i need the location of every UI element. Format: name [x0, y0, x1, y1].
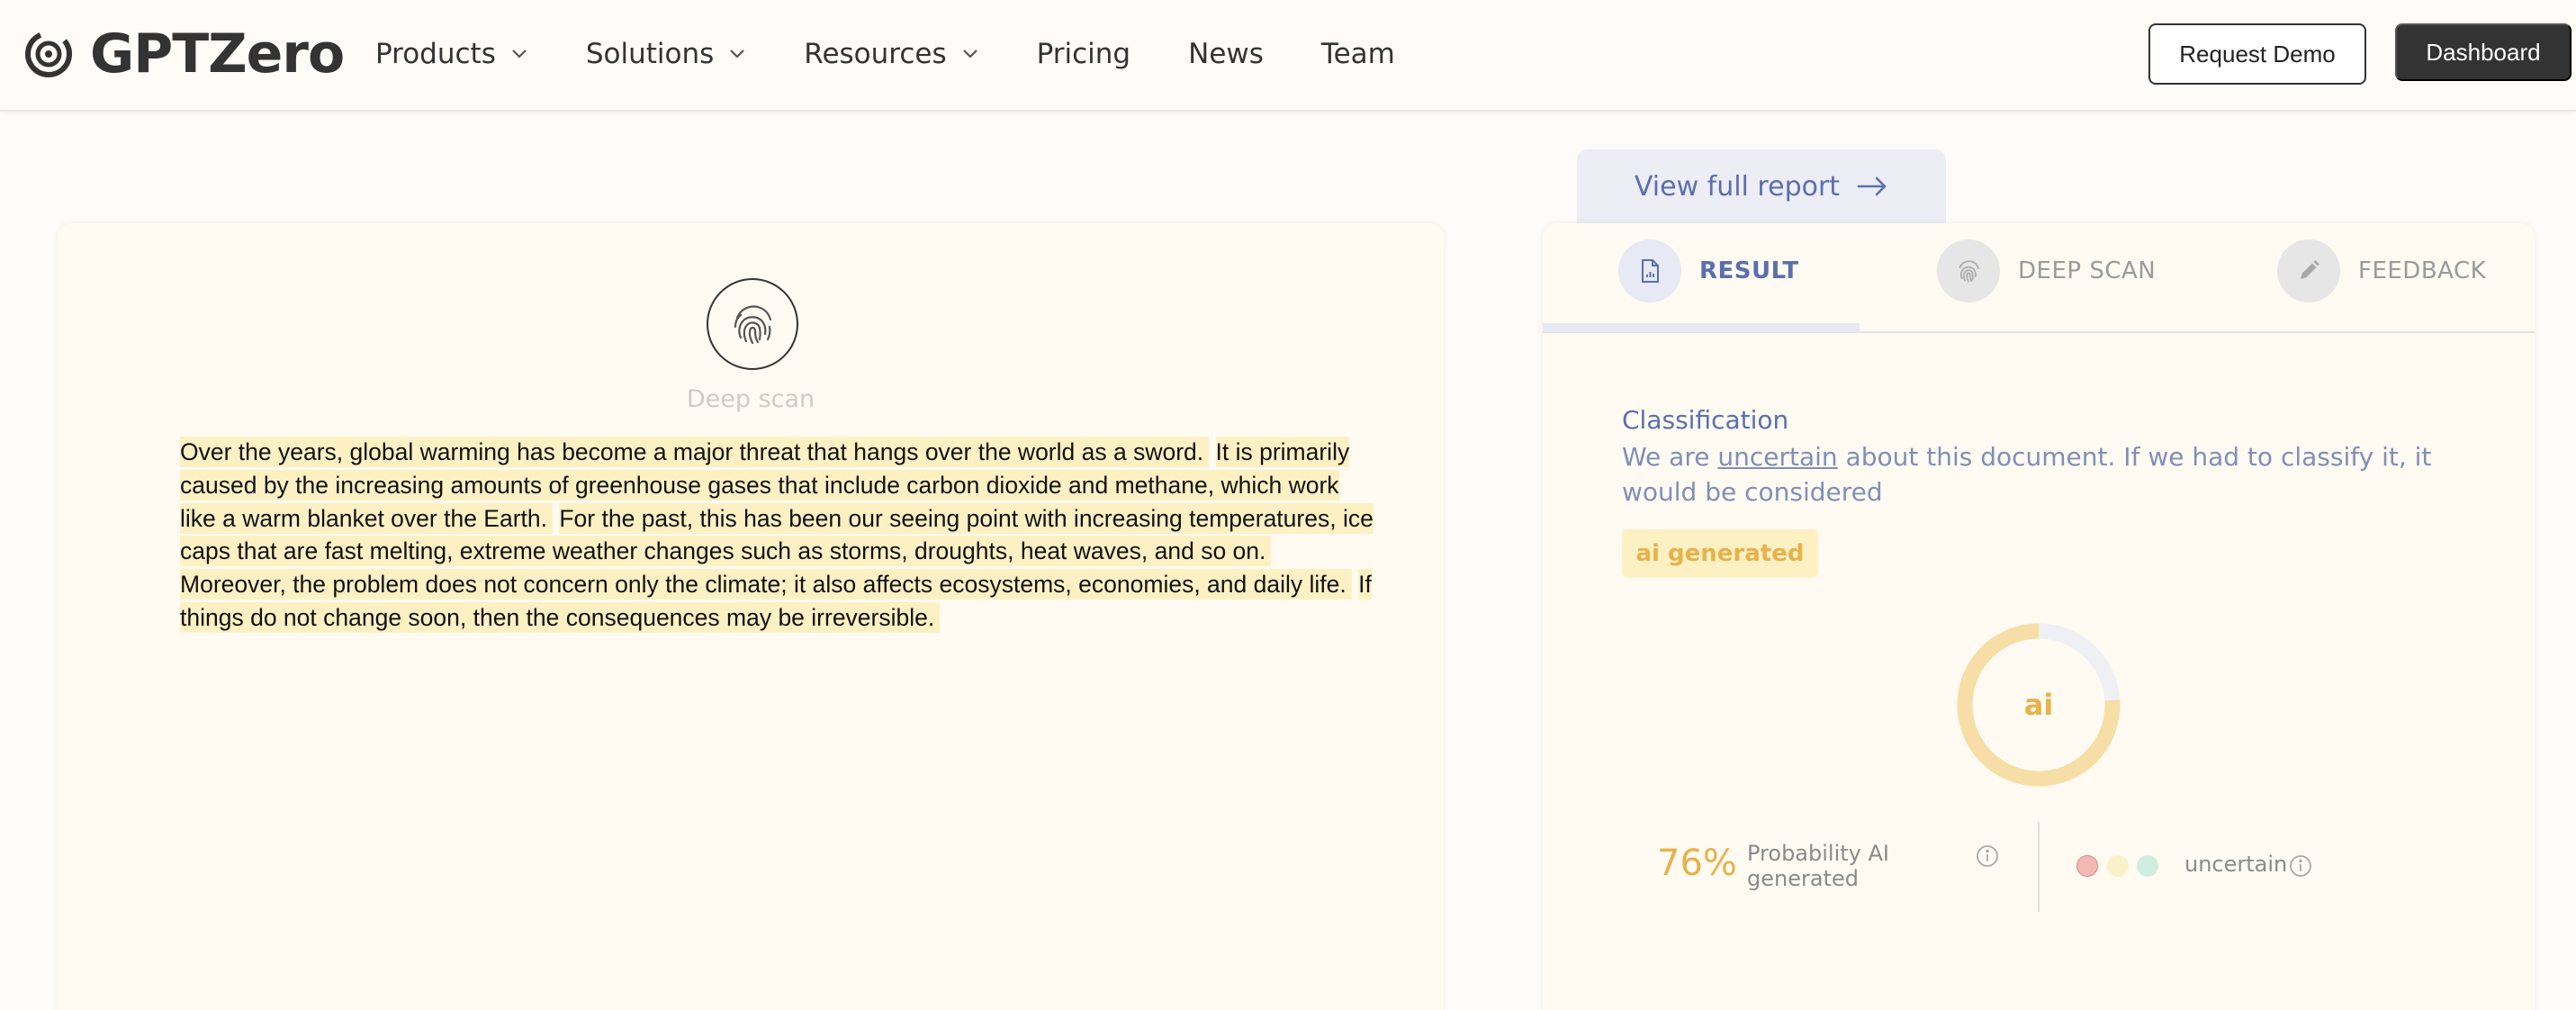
- chevron-down-icon: [730, 50, 745, 59]
- tab-deep-scan-label: DEEP SCAN: [2018, 257, 2157, 284]
- result-tabs: RESULT DEEP SCAN FEEDBACK: [1543, 223, 2535, 333]
- document-text: Over the years, global warming has becom…: [180, 436, 1377, 635]
- main-nav: Products Solutions Resources Pricing New…: [375, 0, 1453, 108]
- chevron-down-icon: [962, 50, 977, 59]
- request-demo-button[interactable]: Request Demo: [2148, 23, 2366, 85]
- tab-result-label: RESULT: [1699, 257, 1799, 284]
- probability-value: 76%: [1657, 843, 1737, 884]
- fingerprint-icon: [1937, 239, 2000, 302]
- arrow-right-icon: [1857, 176, 1887, 196]
- ai-indicator-dot: [2137, 855, 2158, 877]
- dashboard-button[interactable]: Dashboard: [2395, 23, 2571, 81]
- view-full-report-label: View full report: [1634, 170, 1841, 203]
- nav-news-label: News: [1188, 38, 1264, 70]
- tab-feedback[interactable]: FEEDBACK: [2277, 239, 2486, 302]
- gptzero-logo-icon: [25, 31, 72, 77]
- nav-solutions[interactable]: Solutions: [586, 38, 746, 70]
- nav-solutions-label: Solutions: [585, 38, 715, 70]
- classification-title: Classification: [1622, 405, 1789, 435]
- document-panel: Deep scan Over the years, global warming…: [58, 223, 1444, 1010]
- result-panel: RESULT DEEP SCAN FEEDBACK Classification…: [1543, 223, 2535, 1010]
- nav-pricing-label: Pricing: [1036, 38, 1131, 70]
- tab-result[interactable]: RESULT: [1618, 239, 1799, 302]
- nav-pricing[interactable]: Pricing: [1037, 38, 1131, 70]
- confidence-label: uncertain: [2184, 852, 2288, 877]
- uncertain-link[interactable]: uncertain: [1717, 442, 1837, 472]
- classification-prefix: We are: [1622, 442, 1718, 472]
- nav-products-label: Products: [375, 38, 496, 70]
- info-icon[interactable]: [1975, 843, 2000, 869]
- nav-products[interactable]: Products: [375, 38, 528, 70]
- nav-team[interactable]: Team: [1321, 38, 1395, 70]
- tab-feedback-label: FEEDBACK: [2358, 257, 2487, 284]
- nav-news[interactable]: News: [1188, 38, 1264, 70]
- nav-resources[interactable]: Resources: [804, 38, 978, 70]
- document-chart-icon: [1618, 239, 1681, 302]
- deep-scan-toggle[interactable]: [707, 278, 798, 370]
- verdict-badge: ai generated: [1622, 529, 1818, 578]
- pencil-icon: [2277, 239, 2340, 302]
- fingerprint-icon: [734, 305, 772, 345]
- nav-team-label: Team: [1320, 38, 1395, 70]
- probability-label: Probability AI generated: [1747, 841, 1889, 891]
- stats-divider: [2038, 822, 2040, 912]
- deep-scan-label: Deep scan: [686, 385, 815, 413]
- logo-text: GPTZero: [90, 23, 345, 86]
- nav-resources-label: Resources: [804, 38, 947, 70]
- donut-center-label: ai: [2023, 688, 2054, 722]
- human-indicator-dot: [2076, 855, 2098, 877]
- chevron-down-icon: [512, 50, 527, 59]
- info-icon[interactable]: [2288, 853, 2313, 879]
- gptzero-logo[interactable]: GPTZero: [23, 23, 345, 86]
- classification-text: We are uncertain about this document. If…: [1622, 439, 2459, 510]
- top-navbar: GPTZero Products Solutions Resources Pri…: [0, 0, 2576, 112]
- active-tab-indicator: [1543, 323, 1860, 332]
- highlighted-sentence[interactable]: Over the years, global warming has becom…: [180, 437, 1210, 467]
- tab-deep-scan[interactable]: DEEP SCAN: [1937, 239, 2156, 302]
- view-full-report-button[interactable]: View full report: [1577, 149, 1946, 223]
- highlighted-sentence[interactable]: Moreover, the problem does not concern o…: [180, 569, 1352, 600]
- mixed-indicator-dot: [2107, 855, 2129, 877]
